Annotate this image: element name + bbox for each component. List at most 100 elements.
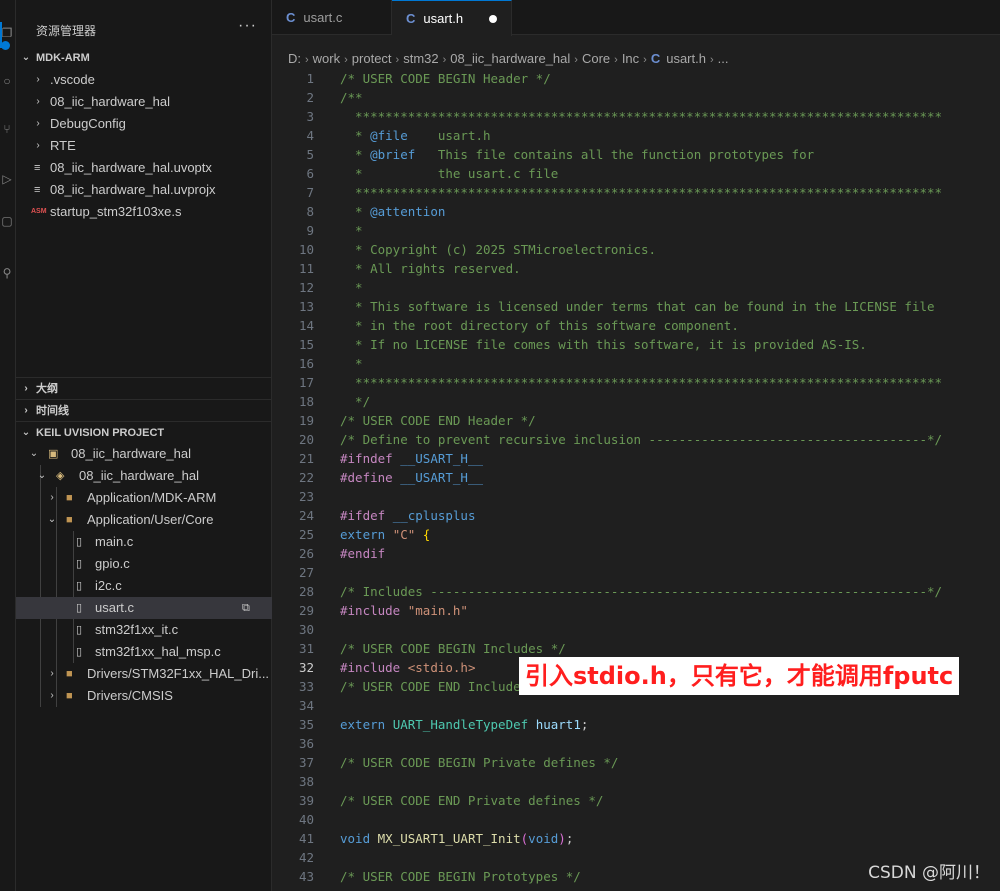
code-line[interactable]: 8 * @attention bbox=[272, 202, 1000, 221]
line-number: 14 bbox=[298, 318, 314, 333]
code-line[interactable]: 39 /* USER CODE END Private defines */ bbox=[272, 791, 1000, 810]
code-line[interactable]: 41 void MX_USART1_UART_Init(void); bbox=[272, 829, 1000, 848]
code-line[interactable]: 30 bbox=[272, 620, 1000, 639]
code-token: * in the root directory of this software… bbox=[340, 318, 739, 333]
code-line[interactable]: 38 bbox=[272, 772, 1000, 791]
code-line[interactable]: 34 bbox=[272, 696, 1000, 715]
more-actions-button[interactable]: ··· bbox=[238, 17, 257, 35]
code-text: extern "C" { bbox=[340, 525, 430, 544]
keil-group-cmsis[interactable]: › ■ Drivers/CMSIS bbox=[16, 685, 272, 707]
code-text: /** bbox=[340, 88, 363, 107]
code-line[interactable]: 13 * This software is licensed under ter… bbox=[272, 297, 1000, 316]
tree-item-vscode[interactable]: › .vscode bbox=[16, 69, 272, 91]
tree-item-label: DebugConfig bbox=[50, 116, 126, 131]
section-keil[interactable]: ⌄ KEIL UVISION PROJECT bbox=[16, 422, 272, 444]
code-line[interactable]: 24 #ifdef __cplusplus bbox=[272, 506, 1000, 525]
code-line[interactable]: 27 bbox=[272, 563, 1000, 582]
code-line[interactable]: 36 bbox=[272, 734, 1000, 753]
code-line[interactable]: 7 **************************************… bbox=[272, 183, 1000, 202]
code-line[interactable]: 35 extern UART_HandleTypeDef huart1; bbox=[272, 715, 1000, 734]
keil-file-gpio[interactable]: ▯ gpio.c bbox=[16, 553, 272, 575]
tree-item-uvprojx[interactable]: ≡ 08_iic_hardware_hal.uvprojx bbox=[16, 179, 272, 201]
code-line[interactable]: 14 * in the root directory of this softw… bbox=[272, 316, 1000, 335]
code-token: ****************************************… bbox=[340, 109, 943, 124]
code-line[interactable]: 25 extern "C" { bbox=[272, 525, 1000, 544]
breadcrumb-item[interactable]: D: bbox=[288, 51, 301, 66]
code-line[interactable]: 31 /* USER CODE BEGIN Includes */ bbox=[272, 639, 1000, 658]
keil-group-mdk-arm[interactable]: › ■ Application/MDK-ARM bbox=[16, 487, 272, 509]
chevron-right-icon: › bbox=[50, 668, 54, 679]
code-line[interactable]: 40 bbox=[272, 810, 1000, 829]
code-line[interactable]: 29 #include "main.h" bbox=[272, 601, 1000, 620]
tree-item-startup[interactable]: ASM startup_stm32f103xe.s bbox=[16, 201, 272, 223]
code-line[interactable]: 20 /* Define to prevent recursive inclusi… bbox=[272, 430, 1000, 449]
code-line[interactable]: 18 */ bbox=[272, 392, 1000, 411]
code-line[interactable]: 15 * If no LICENSE file comes with this … bbox=[272, 335, 1000, 354]
line-number: 5 bbox=[306, 147, 314, 162]
keil-group-core[interactable]: ⌄ ■ Application/User/Core bbox=[16, 509, 272, 531]
code-line[interactable]: 37 /* USER CODE BEGIN Private defines */ bbox=[272, 753, 1000, 772]
code-line[interactable]: 21 #ifndef __USART_H__ bbox=[272, 449, 1000, 468]
breadcrumb-item[interactable]: 08_iic_hardware_hal bbox=[450, 51, 570, 66]
code-text: ****************************************… bbox=[340, 183, 942, 202]
code-line[interactable]: 26 #endif bbox=[272, 544, 1000, 563]
open-file-icon[interactable]: ⧉ bbox=[242, 597, 250, 619]
keil-file-msp[interactable]: ▯ stm32f1xx_hal_msp.c bbox=[16, 641, 272, 663]
keil-target[interactable]: ⌄ ◈ 08_iic_hardware_hal bbox=[16, 465, 272, 487]
breadcrumb-item[interactable]: Inc bbox=[622, 51, 639, 66]
section-mdk-arm[interactable]: ⌄ MDK-ARM bbox=[16, 47, 272, 69]
code-line[interactable]: 11 * All rights reserved. bbox=[272, 259, 1000, 278]
code-line[interactable]: 22 #define __USART_H__ bbox=[272, 468, 1000, 487]
breadcrumb-item[interactable]: stm32 bbox=[403, 51, 438, 66]
tree-item-uvoptx[interactable]: ≡ 08_iic_hardware_hal.uvoptx bbox=[16, 157, 272, 179]
keil-icon[interactable]: ⚲ bbox=[0, 266, 14, 280]
code-editor[interactable]: 1/* USER CODE BEGIN Header */2/** 3 *****… bbox=[272, 68, 1000, 891]
tree-item-debugconfig[interactable]: › DebugConfig bbox=[16, 113, 272, 135]
keil-file-it[interactable]: ▯ stm32f1xx_it.c bbox=[16, 619, 272, 641]
tab-bar: Cusart.c Cusart.h bbox=[272, 0, 1000, 36]
code-line[interactable]: 19 /* USER CODE END Header */ bbox=[272, 411, 1000, 430]
breadcrumb-file[interactable]: usart.h bbox=[666, 51, 706, 66]
run-debug-icon[interactable]: ▷ bbox=[0, 172, 14, 186]
code-line[interactable]: 10 * Copyright (c) 2025 STMicroelectroni… bbox=[272, 240, 1000, 259]
keil-group-hal[interactable]: › ■ Drivers/STM32F1xx_HAL_Dri... bbox=[16, 663, 272, 685]
code-line[interactable]: 6 * the usart.c file bbox=[272, 164, 1000, 183]
keil-file-i2c[interactable]: ▯ i2c.c bbox=[16, 575, 272, 597]
section-timeline[interactable]: › 时间线 bbox=[16, 400, 272, 422]
breadcrumb-item[interactable]: protect bbox=[352, 51, 392, 66]
code-line[interactable]: 2 /** bbox=[272, 88, 1000, 107]
code-line[interactable]: 16 * bbox=[272, 354, 1000, 373]
line-number: 21 bbox=[298, 451, 314, 466]
chevron-right-icon: › bbox=[36, 140, 40, 151]
code-line[interactable]: 28 /* Includes --------------------------… bbox=[272, 582, 1000, 601]
tab-usart-h[interactable]: Cusart.h bbox=[392, 0, 512, 36]
line-number: 42 bbox=[298, 850, 314, 865]
keil-file-main[interactable]: ▯ main.c bbox=[16, 531, 272, 553]
keil-file-usart[interactable]: ▯ usart.c ⧉ bbox=[16, 597, 272, 619]
explorer-icon[interactable]: ❐ bbox=[0, 26, 14, 40]
code-line[interactable]: 4 * @file usart.h bbox=[272, 126, 1000, 145]
source-control-icon[interactable]: ⑂ bbox=[0, 122, 14, 136]
c-file-icon: C bbox=[406, 11, 416, 26]
code-text: #ifndef __USART_H__ bbox=[340, 449, 483, 468]
unsaved-dot-icon[interactable] bbox=[489, 15, 497, 23]
search-icon[interactable]: ○ bbox=[0, 74, 14, 88]
code-line[interactable]: 1 /* USER CODE BEGIN Header */ bbox=[272, 69, 1000, 88]
tree-item-rte[interactable]: › RTE bbox=[16, 135, 272, 157]
code-line[interactable]: 12 * bbox=[272, 278, 1000, 297]
breadcrumb-symbols[interactable]: ... bbox=[718, 51, 729, 66]
code-line[interactable]: 23 bbox=[272, 487, 1000, 506]
breadcrumb-item[interactable]: Core bbox=[582, 51, 610, 66]
code-line[interactable]: 5 * @brief This file contains all the fu… bbox=[272, 145, 1000, 164]
tree-item-label: 08_iic_hardware_hal bbox=[79, 468, 199, 483]
code-line[interactable]: 3 **************************************… bbox=[272, 107, 1000, 126]
keil-project[interactable]: ⌄ ▣ 08_iic_hardware_hal bbox=[16, 443, 272, 465]
tab-usart-c[interactable]: Cusart.c bbox=[272, 0, 392, 35]
tree-item-folder[interactable]: › 08_iic_hardware_hal bbox=[16, 91, 272, 113]
extensions-icon[interactable]: ▢ bbox=[0, 214, 14, 228]
code-line[interactable]: 17 *************************************… bbox=[272, 373, 1000, 392]
breadcrumb-item[interactable]: work bbox=[313, 51, 340, 66]
section-outline[interactable]: › 大纲 bbox=[16, 378, 272, 400]
code-line[interactable]: 9 * bbox=[272, 221, 1000, 240]
